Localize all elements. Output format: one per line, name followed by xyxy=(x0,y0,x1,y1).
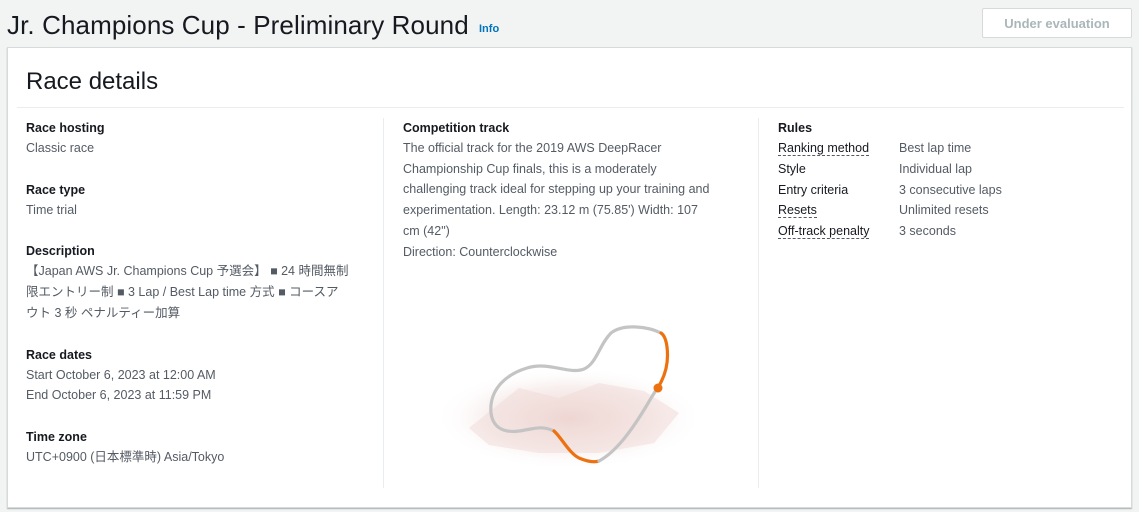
under-evaluation-button[interactable]: Under evaluation xyxy=(982,8,1132,38)
rule-row: Entry criteria 3 consecutive laps xyxy=(778,179,1118,200)
rule-row: Resets Unlimited resets xyxy=(778,200,1118,221)
time-zone-label: Time zone xyxy=(26,429,87,444)
off-track-penalty-key[interactable]: Off-track penalty xyxy=(778,224,899,240)
style-value: Individual lap xyxy=(899,162,972,177)
rule-row: Off-track penalty 3 seconds xyxy=(778,221,1118,242)
race-type-field: Race type Time trial xyxy=(26,180,382,221)
competition-track-line: Championship Cup finals, this is a moder… xyxy=(403,161,657,176)
ranking-method-key[interactable]: Ranking method xyxy=(778,141,899,157)
info-link[interactable]: Info xyxy=(479,23,499,35)
competition-track-label: Competition track xyxy=(403,121,510,135)
competition-track-line: The official track for the 2019 AWS Deep… xyxy=(403,141,662,155)
competition-track-line: experimentation. Length: 23.12 m (75.85'… xyxy=(403,203,698,218)
rule-row: Ranking method Best lap time xyxy=(778,138,1118,159)
track-map-image xyxy=(434,325,699,470)
details-column-1: Race hosting Classic race Race type Time… xyxy=(26,118,382,488)
race-end-date: End October 6, 2023 at 11:59 PM xyxy=(26,388,212,403)
entry-criteria-key: Entry criteria xyxy=(778,182,849,197)
page-title: Jr. Champions Cup - Preliminary Round xyxy=(7,10,469,40)
description-line: ウト 3 秒 ペナルティー加算 xyxy=(26,305,181,320)
ranking-method-value: Best lap time xyxy=(899,141,972,156)
resets-value: Unlimited resets xyxy=(899,203,989,218)
rules-table: Ranking method Best lap time Style Indiv… xyxy=(778,138,1118,241)
race-hosting-value: Classic race xyxy=(26,141,95,155)
race-start-date: Start October 6, 2023 at 12:00 AM xyxy=(26,367,216,382)
description-field: Description 【Japan AWS Jr. Champions Cup… xyxy=(26,241,382,323)
description-line: 【Japan AWS Jr. Champions Cup 予選会】 ■ 24 時… xyxy=(26,264,349,279)
details-column-2: Competition track The official track for… xyxy=(383,118,758,488)
competition-track-line: cm (42") xyxy=(403,223,450,238)
description-label: Description xyxy=(26,244,95,259)
competition-track-line: Direction: Counterclockwise xyxy=(403,244,558,259)
race-type-value: Time trial xyxy=(26,202,77,217)
description-line: 限エントリー制 ■ 3 Lap / Best Lap time 方式 ■ コース… xyxy=(26,285,339,300)
competition-track-line: challenging track ideal for stepping up … xyxy=(403,182,710,197)
style-key: Style xyxy=(778,162,806,177)
race-dates-label: Race dates xyxy=(26,347,93,362)
resets-key[interactable]: Resets xyxy=(778,203,899,219)
panel-title: Race details xyxy=(26,68,159,95)
rules-label: Rules xyxy=(778,121,813,135)
details-column-3: Rules Ranking method Best lap time Style… xyxy=(758,118,1118,488)
off-track-penalty-value: 3 seconds xyxy=(899,224,956,239)
panel-divider xyxy=(17,107,1124,108)
race-type-label: Race type xyxy=(26,182,86,197)
race-dates-field: Race dates Start October 6, 2023 at 12:0… xyxy=(26,345,382,406)
page-header: Jr. Champions Cup - Preliminary Round In… xyxy=(7,8,1132,44)
rule-row: Style Individual lap xyxy=(778,159,1118,180)
time-zone-value: UTC+0900 (日本標準時) Asia/Tokyo xyxy=(26,449,225,464)
time-zone-field: Time zone UTC+0900 (日本標準時) Asia/Tokyo xyxy=(26,427,382,468)
race-hosting-label: Race hosting xyxy=(26,121,105,135)
race-details-panel: Race details Race hosting Classic race R… xyxy=(7,47,1132,508)
race-hosting-field: Race hosting Classic race xyxy=(26,118,382,159)
track-start-marker xyxy=(653,383,663,393)
entry-criteria-value: 3 consecutive laps xyxy=(899,182,1002,197)
